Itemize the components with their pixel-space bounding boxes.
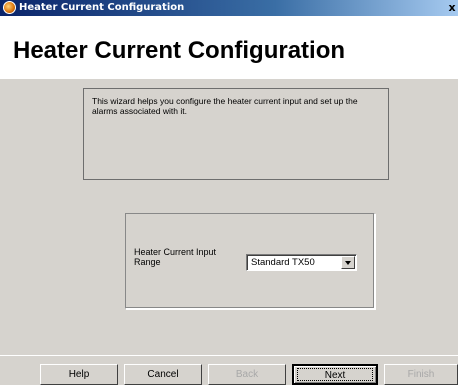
range-panel: Heater Current Input Range Standard TX50 [125, 213, 375, 309]
next-button[interactable]: Next [292, 364, 378, 385]
help-button[interactable]: Help [40, 364, 118, 385]
chevron-down-icon[interactable] [341, 256, 355, 269]
page-title: Heater Current Configuration [13, 37, 346, 64]
wizard-window: Heater Current Configuration x Heater Cu… [0, 0, 458, 385]
window-title: Heater Current Configuration [19, 2, 185, 13]
description-box: This wizard helps you configure the heat… [83, 88, 389, 180]
next-button-label: Next [324, 370, 346, 381]
title-bar: Heater Current Configuration x [0, 0, 458, 16]
finish-button[interactable]: Finish [384, 364, 458, 385]
header-divider [0, 78, 458, 79]
back-button[interactable]: Back [208, 364, 286, 385]
footer-divider [0, 355, 458, 356]
range-select[interactable]: Standard TX50 [246, 254, 357, 271]
wizard-header: Heater Current Configuration [0, 16, 458, 78]
close-icon[interactable]: x [446, 1, 458, 15]
range-select-value: Standard TX50 [251, 257, 315, 268]
description-text: This wizard helps you configure the heat… [92, 96, 358, 116]
cancel-button[interactable]: Cancel [124, 364, 202, 385]
wizard-app-icon [3, 1, 16, 14]
range-label: Heater Current Input Range [134, 247, 217, 267]
